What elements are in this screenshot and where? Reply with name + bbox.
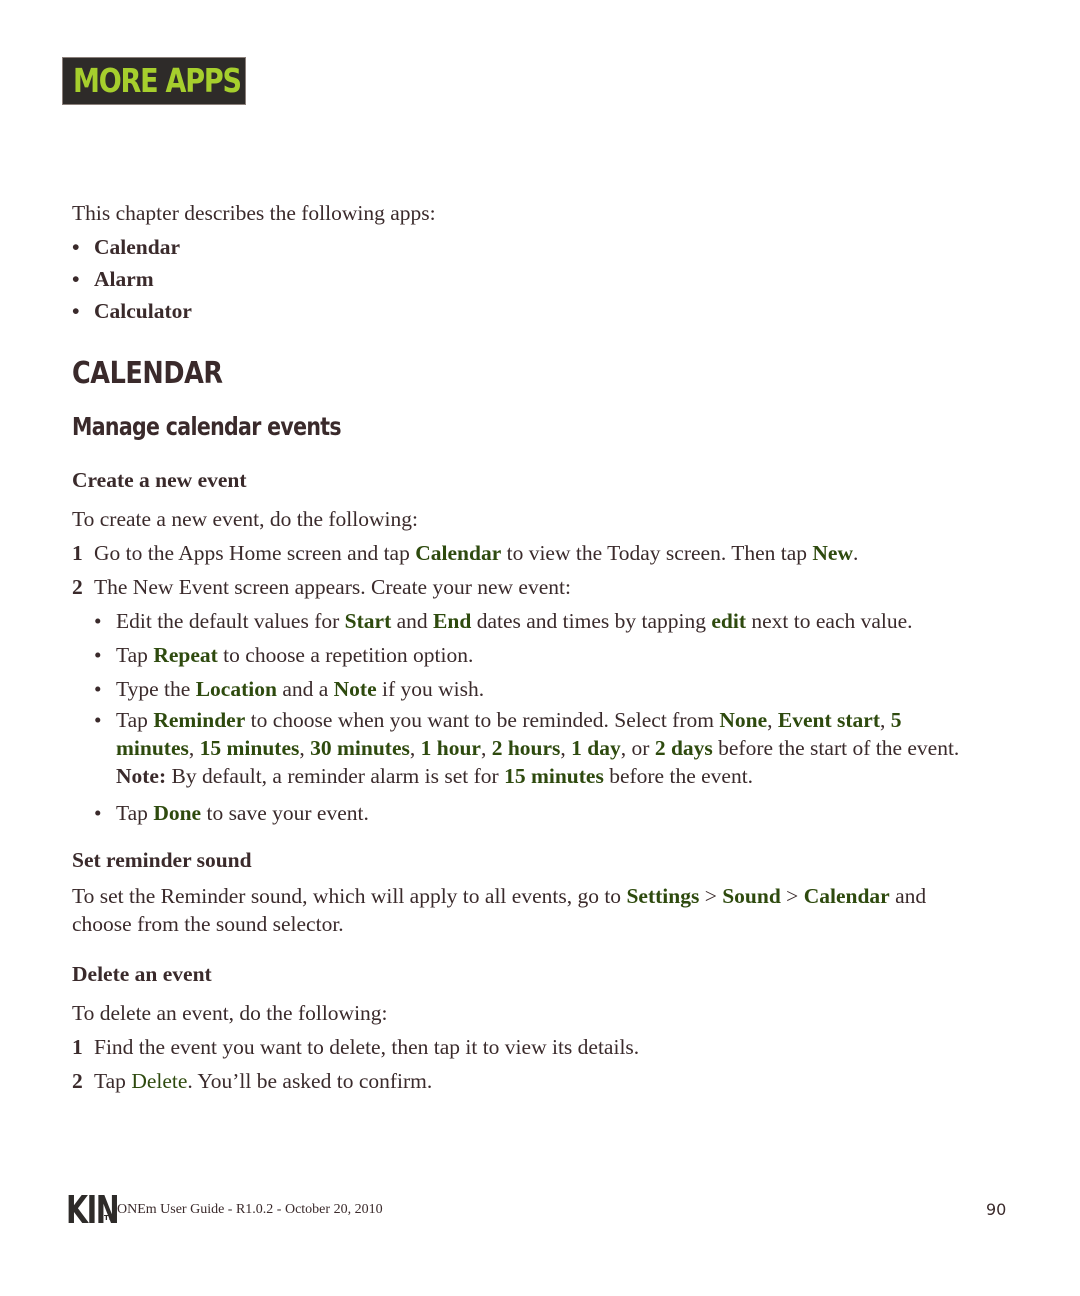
kin-logo-icon: KIN [66,1188,120,1232]
app-list-item: • Calendar [72,230,180,264]
delete-event-lead: To delete an event, do the following: [72,1001,388,1025]
keyword-new: New [812,541,853,565]
bullet-icon: • [94,708,102,732]
trademark-mark: TM [104,1214,116,1222]
bullet-item: • Tap Done to save your event. [94,796,369,830]
step-1: 1 Go to the Apps Home screen and tap Cale… [72,541,859,565]
chapter-title: MORE APPS [73,61,242,100]
bullet-icon: • [72,235,80,259]
section-title: CALENDAR [72,356,223,391]
step-2: 2 The New Event screen appears. Create yo… [72,575,571,599]
bullet-icon: • [72,299,80,323]
bullet-icon: • [94,609,102,633]
bullet-icon: • [94,643,102,667]
delete-step-1: 1 Find the event you want to delete, then… [72,1035,640,1059]
bullet-item: • Tap Repeat to choose a repetition optio… [94,638,473,672]
page-number: 90 [986,1200,1007,1219]
bullet-item-reminder: • Tap Reminder to choose when you want to… [94,708,960,788]
chapter-banner: MORE APPS [62,57,246,105]
reminder-sound-heading: Set reminder sound [72,848,252,872]
bullet-icon: • [94,677,102,701]
app-list-item: • Alarm [72,262,154,296]
delete-step-2: 2 Tap Delete. You’ll be asked to confirm. [72,1069,433,1093]
note-label: Note: [116,764,167,788]
delete-event-heading: Delete an event [72,962,212,986]
footer-text: ONEm User Guide - R1.0.2 - October 20, 2… [117,1202,383,1217]
create-event-lead: To create a new event, do the following: [72,507,418,531]
intro-text: This chapter describes the following app… [72,201,436,225]
keyword-calendar: Calendar [415,541,502,565]
bullet-icon: • [94,801,102,825]
reminder-sound-paragraph: To set the Reminder sound, which will ap… [72,884,927,936]
bullet-icon: • [72,267,80,291]
create-event-heading: Create a new event [72,468,247,492]
bullet-item: • Type the Location and a Note if you wis… [94,672,484,706]
keyword-delete: Delete [131,1069,188,1093]
app-list-item: • Calculator [72,294,192,328]
bullet-item: • Edit the default values for Start and E… [94,604,913,638]
section-subtitle: Manage calendar events [72,412,342,441]
